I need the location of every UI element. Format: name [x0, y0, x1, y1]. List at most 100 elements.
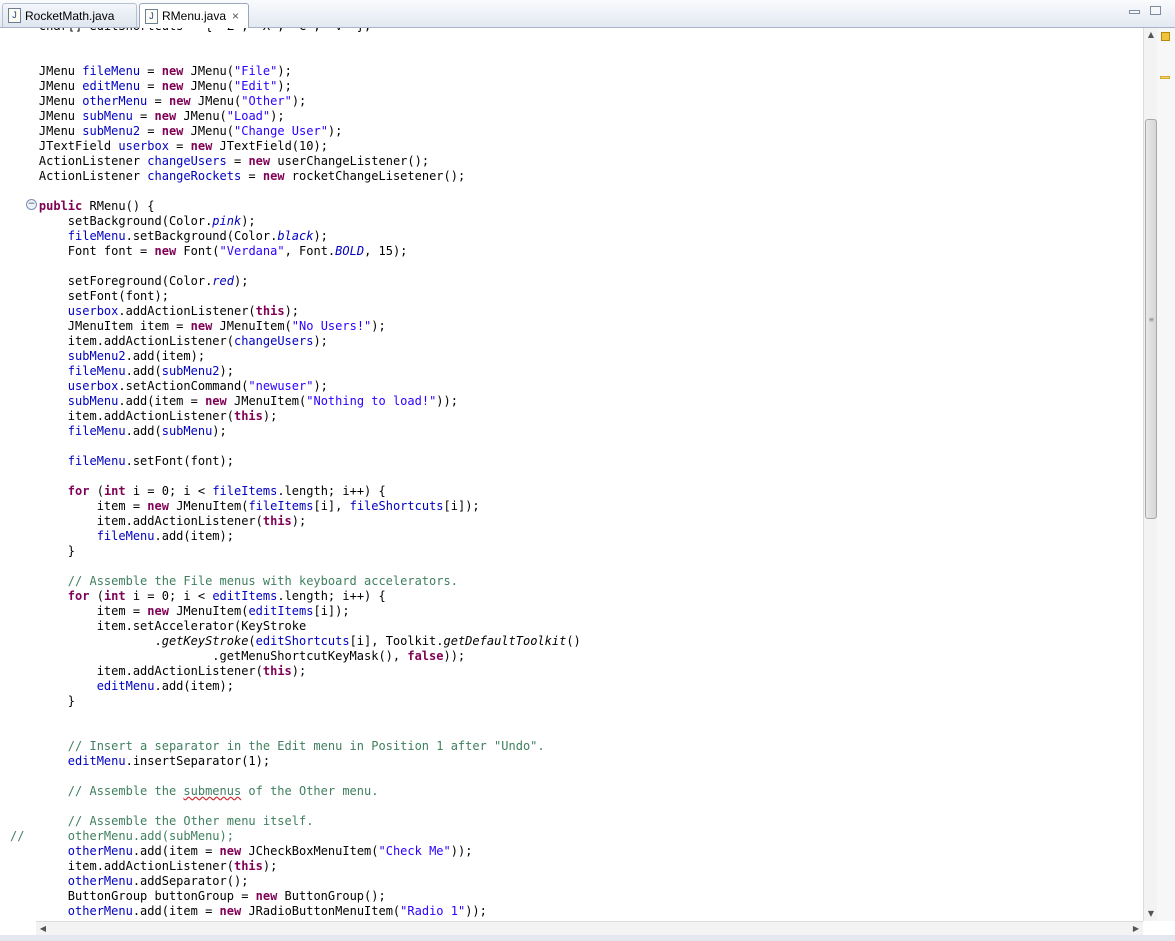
maximize-button[interactable] [1150, 6, 1161, 15]
code-line[interactable]: for (int i = 0; i < fileItems.length; i+… [10, 484, 581, 499]
code-line[interactable] [10, 469, 581, 484]
code-line[interactable]: fileMenu.setBackground(Color.black); [10, 229, 581, 244]
code-line[interactable] [10, 799, 581, 814]
code-token: item = [10, 604, 148, 618]
code-token: new [219, 904, 242, 918]
code-line[interactable]: JMenu editMenu = new JMenu("Edit"); [10, 79, 581, 94]
code-line[interactable]: .getKeyStroke(editShortcuts[i], Toolkit.… [10, 634, 580, 649]
code-line[interactable]: JTextField userbox = new JTextField(10); [10, 139, 581, 154]
code-line[interactable]: } [10, 694, 581, 709]
code-line[interactable]: } [10, 544, 581, 559]
code-line[interactable]: otherMenu.addSeparator(); [10, 874, 581, 889]
code-line[interactable] [10, 49, 581, 64]
code-token: .setActionCommand( [118, 379, 249, 393]
code-token: fileMenu [67, 364, 126, 378]
code-line[interactable]: JMenuItem item = new JMenuItem("No Users… [10, 319, 581, 334]
code-line[interactable] [10, 259, 581, 274]
editor-tab-bar: J RocketMath.java J RMenu.java × [0, 0, 1175, 28]
fold-collapse-icon[interactable]: − [26, 199, 37, 210]
code-line[interactable]: fileMenu.add(subMenu); [10, 424, 581, 439]
code-token: "Other" [241, 94, 292, 108]
code-line[interactable]: // Assemble the Other menu itself. [10, 814, 581, 829]
code-line[interactable] [10, 439, 581, 454]
code-token: [i], [313, 499, 350, 513]
code-line[interactable]: .getMenuShortcutKeyMask(), false)); [10, 649, 581, 664]
scroll-up-arrow[interactable]: ▲ [1144, 28, 1158, 42]
code-line[interactable]: // Insert a separator in the Edit menu i… [10, 739, 581, 754]
code-token: userbox [118, 139, 169, 153]
code-line[interactable]: // Assemble the File menus with keyboard… [10, 574, 581, 589]
code-line[interactable] [10, 724, 581, 739]
code-line[interactable]: setForeground(Color.red); [10, 274, 581, 289]
code-token: of the Other menu. [241, 784, 379, 798]
vertical-scrollbar[interactable]: ▲ ≡ ▼ [1143, 28, 1158, 921]
scroll-right-arrow[interactable]: ▶ [1129, 922, 1143, 936]
overview-annotation-marker[interactable] [1160, 76, 1170, 79]
code-token: JMenu [10, 94, 83, 108]
code-line[interactable] [10, 184, 581, 199]
warning-indicator-icon[interactable] [1161, 32, 1170, 41]
code-token: item.addActionListener( [10, 334, 234, 348]
code-line[interactable]: item.addActionListener(this); [10, 409, 581, 424]
code-line[interactable]: editMenu.insertSeparator(1); [10, 754, 581, 769]
code-line[interactable]: JMenu otherMenu = new JMenu("Other"); [10, 94, 581, 109]
code-token: ); [262, 859, 278, 873]
code-line[interactable]: public RMenu() { [10, 199, 581, 214]
code-line[interactable]: editMenu.add(item); [10, 679, 581, 694]
code-line[interactable]: item.addActionListener(this); [10, 664, 581, 679]
code-line[interactable]: item.addActionListener(this); [10, 514, 581, 529]
code-line[interactable] [10, 769, 581, 784]
code-token: = [140, 64, 162, 78]
code-line[interactable]: item = new JMenuItem(editItems[i]); [10, 604, 581, 619]
code-line[interactable]: for (int i = 0; i < editItems.length; i+… [10, 589, 581, 604]
code-line[interactable]: JMenu fileMenu = new JMenu("File"); [10, 64, 581, 79]
code-line[interactable]: subMenu2.add(item); [10, 349, 581, 364]
code-line[interactable]: subMenu.add(item = new JMenuItem("Nothin… [10, 394, 581, 409]
code-line[interactable]: ActionListener changeRockets = new rocke… [10, 169, 581, 184]
minimize-button[interactable] [1129, 10, 1140, 14]
code-line[interactable]: otherMenu.add(item = new JRadioButtonMen… [10, 904, 581, 919]
code-token: .add( [125, 424, 162, 438]
code-line[interactable]: otherMenu.add(item = new JCheckBoxMenuIt… [10, 844, 581, 859]
code-line[interactable]: // Assemble the submenus of the Other me… [10, 784, 581, 799]
vertical-scroll-thumb[interactable]: ≡ [1145, 119, 1157, 519]
code-editor[interactable]: char[] editShortcuts = { 'Z', 'X', 'C', … [0, 28, 1143, 921]
code-line[interactable]: fileMenu.add(item); [10, 529, 581, 544]
code-line[interactable]: userbox.addActionListener(this); [10, 304, 581, 319]
code-line[interactable]: JMenu subMenu = new JMenu("Load"); [10, 109, 581, 124]
close-tab-icon[interactable]: × [232, 9, 239, 23]
code-line[interactable]: fileMenu.setFont(font); [10, 454, 581, 469]
code-token: new [154, 109, 177, 123]
code-line[interactable]: ButtonGroup buttonGroup = new ButtonGrou… [10, 889, 581, 904]
code-line[interactable]: item.addActionListener(this); [10, 859, 581, 874]
code-token: subMenu [161, 424, 213, 438]
code-text[interactable]: char[] editShortcuts = { 'Z', 'X', 'C', … [10, 28, 581, 919]
code-line[interactable]: fileMenu.add(subMenu2); [10, 364, 581, 379]
code-line[interactable]: item.addActionListener(changeUsers); [10, 334, 581, 349]
code-token: new [147, 604, 169, 618]
code-line[interactable]: Font font = new Font("Verdana", Font.BOL… [10, 244, 581, 259]
code-line[interactable]: setBackground(Color.pink); [10, 214, 581, 229]
scroll-left-arrow[interactable]: ◀ [36, 922, 50, 936]
code-line[interactable] [10, 709, 581, 724]
code-line[interactable] [10, 34, 581, 49]
horizontal-scrollbar[interactable]: ◀ ▶ [36, 921, 1143, 936]
code-token: otherMenu [67, 874, 133, 888]
code-line[interactable]: item.setAccelerator(KeyStroke [10, 619, 581, 634]
code-token: ); [284, 304, 300, 318]
code-line[interactable] [10, 559, 581, 574]
code-line[interactable]: JMenu subMenu2 = new JMenu("Change User"… [10, 124, 581, 139]
code-line[interactable]: setFont(font); [10, 289, 581, 304]
code-line[interactable]: ActionListener changeUsers = new userCha… [10, 154, 581, 169]
tab-rocketmath-java[interactable]: J RocketMath.java [2, 3, 137, 27]
tab-rmenu-java[interactable]: J RMenu.java × [139, 3, 249, 28]
code-line[interactable]: // otherMenu.add(subMenu); [10, 829, 581, 844]
code-line[interactable]: item = new JMenuItem(fileItems[i], fileS… [10, 499, 581, 514]
code-token: )); [443, 649, 466, 663]
scroll-down-arrow[interactable]: ▼ [1144, 907, 1158, 921]
code-line[interactable]: userbox.setActionCommand("newuser"); [10, 379, 581, 394]
java-file-icon: J [145, 8, 158, 24]
